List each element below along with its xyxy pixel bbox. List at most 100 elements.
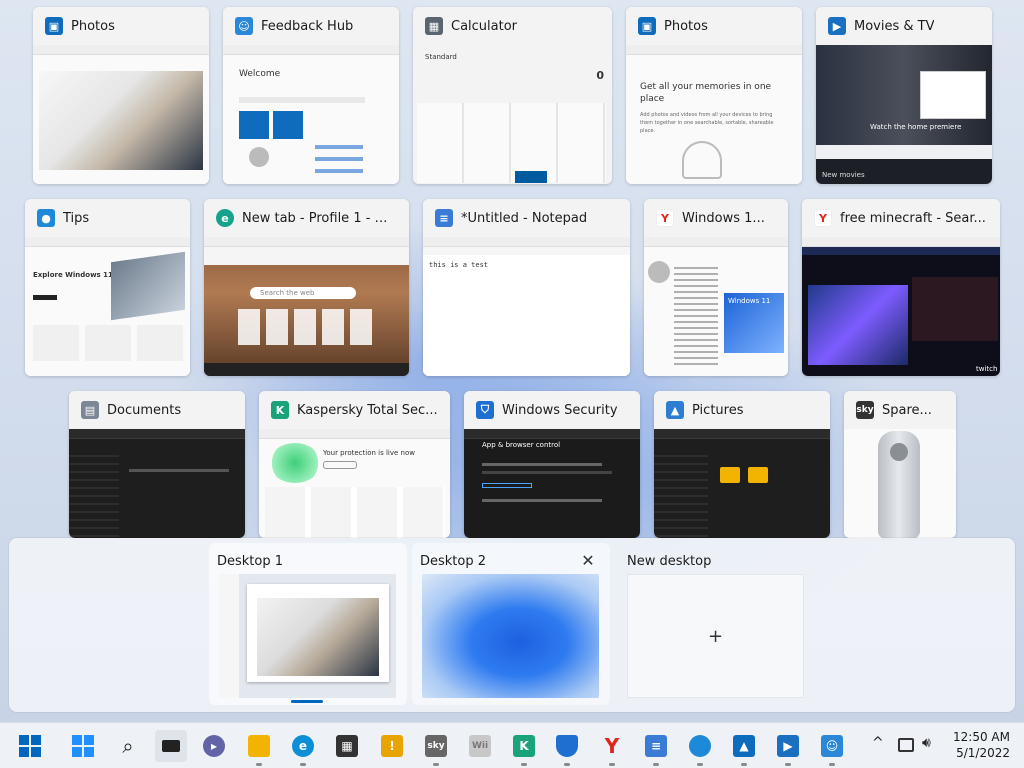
window-title: Tips bbox=[63, 210, 90, 226]
window-yandex-windows11[interactable]: Y Windows 1... Windows 11 bbox=[644, 199, 788, 376]
close-icon[interactable]: ✕ bbox=[578, 550, 598, 570]
notepad-button[interactable]: ≡ bbox=[640, 730, 672, 766]
window-pictures[interactable]: ▲ Pictures bbox=[654, 391, 830, 538]
new-desktop-button[interactable]: New desktop + bbox=[617, 543, 815, 705]
desktop-thumbnail bbox=[219, 574, 396, 698]
edge-button[interactable]: e bbox=[287, 730, 319, 766]
clock[interactable]: 12:50 AM 5/1/2022 bbox=[953, 729, 1010, 761]
feedback-hub-icon: ☺ bbox=[235, 17, 253, 35]
window-preview bbox=[654, 429, 830, 538]
window-preview: twitch bbox=[802, 237, 1000, 376]
window-yandex-minecraft[interactable]: Y free minecraft - Sear... twitch bbox=[802, 199, 1000, 376]
feedback-welcome-text: Welcome bbox=[239, 69, 281, 79]
window-title: New tab - Profile 1 - M... bbox=[242, 210, 397, 226]
task-view-icon bbox=[162, 740, 180, 752]
window-title: Feedback Hub bbox=[261, 18, 354, 34]
window-movies-tv[interactable]: ▶ Movies & TV Watch the home premiere Ne… bbox=[816, 7, 992, 184]
network-icon[interactable] bbox=[898, 738, 914, 752]
sky-icon: sky bbox=[425, 735, 447, 757]
photos-button[interactable]: ▲ bbox=[728, 730, 760, 766]
window-photos-2[interactable]: ▣ Photos Get all your memories in one pl… bbox=[626, 7, 802, 184]
stream-thumbnail bbox=[912, 277, 998, 341]
folder-icon bbox=[248, 735, 270, 757]
window-title: Movies & TV bbox=[854, 18, 935, 34]
sky-button[interactable]: sky bbox=[420, 730, 452, 766]
wii-button[interactable]: Wii bbox=[464, 730, 496, 762]
clock-date: 5/1/2022 bbox=[956, 746, 1010, 760]
yandex-button[interactable]: Y bbox=[596, 730, 628, 766]
edge-icon: e bbox=[292, 735, 314, 757]
desktop-1[interactable]: Desktop 1 bbox=[209, 543, 407, 705]
tips-button[interactable] bbox=[684, 730, 716, 766]
window-windows-security[interactable]: ⛉ Windows Security App & browser control bbox=[464, 391, 640, 538]
window-photos-1[interactable]: ▣ Photos bbox=[33, 7, 209, 184]
feedback-hub-icon: ☺ bbox=[821, 735, 843, 757]
window-sky-remote[interactable]: sky Spare... bbox=[844, 391, 956, 538]
window-documents[interactable]: ▤ Documents bbox=[69, 391, 245, 538]
start-button[interactable] bbox=[14, 730, 46, 762]
chat-icon: ▸ bbox=[203, 735, 225, 757]
store-button[interactable]: ▦ bbox=[331, 730, 363, 762]
window-notepad[interactable]: ≡ *Untitled - Notepad this is a test bbox=[423, 199, 630, 376]
window-edge-new-tab[interactable]: e New tab - Profile 1 - M... Search the … bbox=[204, 199, 409, 376]
task-view-button[interactable] bbox=[155, 730, 187, 762]
clock-time: 12:50 AM bbox=[953, 730, 1010, 744]
window-title: Kaspersky Total Sec... bbox=[297, 402, 438, 418]
teams-chat-button[interactable]: ▸ bbox=[198, 730, 230, 762]
norton-button[interactable]: ! bbox=[376, 730, 408, 762]
windows-security-button[interactable] bbox=[551, 730, 583, 766]
kaspersky-icon: K bbox=[513, 735, 535, 757]
kaspersky-icon: K bbox=[271, 401, 289, 419]
window-header: Y free minecraft - Sear... bbox=[802, 199, 1000, 237]
volume-icon[interactable]: 🔊︎ bbox=[922, 735, 931, 751]
window-header: ▶ Movies & TV bbox=[816, 7, 992, 45]
calculator-keypad bbox=[417, 103, 606, 183]
taskbar: ⌕ ▸ e ▦ ! sky Wii K Y ≡ ▲ ▶ ☺ ^ 🔊︎ 12:50… bbox=[0, 722, 1024, 768]
desktop-2[interactable]: Desktop 2 ✕ bbox=[412, 543, 610, 705]
feedback-hub-button[interactable]: ☺ bbox=[816, 730, 848, 766]
desktop-label: Desktop 1 bbox=[217, 554, 284, 569]
yandex-icon: Y bbox=[814, 209, 832, 227]
window-header: ▤ Documents bbox=[69, 391, 245, 429]
window-header: ≡ *Untitled - Notepad bbox=[423, 199, 630, 237]
window-calculator[interactable]: ▦ Calculator Standard 0 bbox=[413, 7, 612, 184]
movies-tv-icon: ▶ bbox=[777, 735, 799, 757]
window-header: ⛉ Windows Security bbox=[464, 391, 640, 429]
search-icon: ⌕ bbox=[122, 734, 134, 758]
quick-links bbox=[238, 309, 374, 345]
window-feedback-hub[interactable]: ☺ Feedback Hub Welcome bbox=[223, 7, 399, 184]
security-heading: App & browser control bbox=[482, 441, 561, 449]
photos-icon: ▣ bbox=[638, 17, 656, 35]
window-preview: Search the web bbox=[204, 237, 409, 376]
shield-warning-icon: ! bbox=[381, 735, 403, 757]
window-header: ● Tips bbox=[25, 199, 190, 237]
sky-icon: sky bbox=[856, 401, 874, 419]
calculator-icon: ▦ bbox=[425, 17, 443, 35]
photos-icon: ▣ bbox=[45, 17, 63, 35]
cloud-illustration bbox=[682, 141, 722, 179]
folder-thumbnail bbox=[748, 467, 768, 483]
report-problem-tile bbox=[239, 111, 269, 139]
file-explorer-button[interactable] bbox=[243, 730, 275, 766]
desktop-photo-preview bbox=[257, 598, 379, 676]
yandex-icon: Y bbox=[656, 209, 674, 227]
movies-tv-button[interactable]: ▶ bbox=[772, 730, 804, 766]
calculator-mode: Standard bbox=[425, 53, 457, 61]
windows-security-icon: ⛉ bbox=[476, 401, 494, 419]
photo-preview bbox=[39, 71, 203, 170]
search-button[interactable]: ⌕ bbox=[112, 730, 144, 762]
photos-icon: ▲ bbox=[733, 735, 755, 757]
window-kaspersky[interactable]: K Kaspersky Total Sec... Your protection… bbox=[259, 391, 450, 538]
windows-start-button[interactable] bbox=[67, 730, 99, 762]
windows-logo-icon bbox=[19, 735, 41, 757]
yandex-icon: Y bbox=[604, 734, 620, 758]
window-header: ▲ Pictures bbox=[654, 391, 830, 429]
window-tips[interactable]: ● Tips Explore Windows 11 bbox=[25, 199, 190, 376]
window-header: sky Spare... bbox=[844, 391, 956, 429]
show-hidden-icons-chevron[interactable]: ^ bbox=[872, 735, 884, 751]
movies-tv-icon: ▶ bbox=[828, 17, 846, 35]
edge-search-placeholder: Search the web bbox=[260, 289, 315, 297]
game-thumbnail bbox=[808, 285, 908, 365]
kaspersky-button[interactable]: K bbox=[508, 730, 540, 766]
desktops-panel: Desktop 1 Desktop 2 ✕ New desktop + bbox=[9, 538, 1015, 712]
